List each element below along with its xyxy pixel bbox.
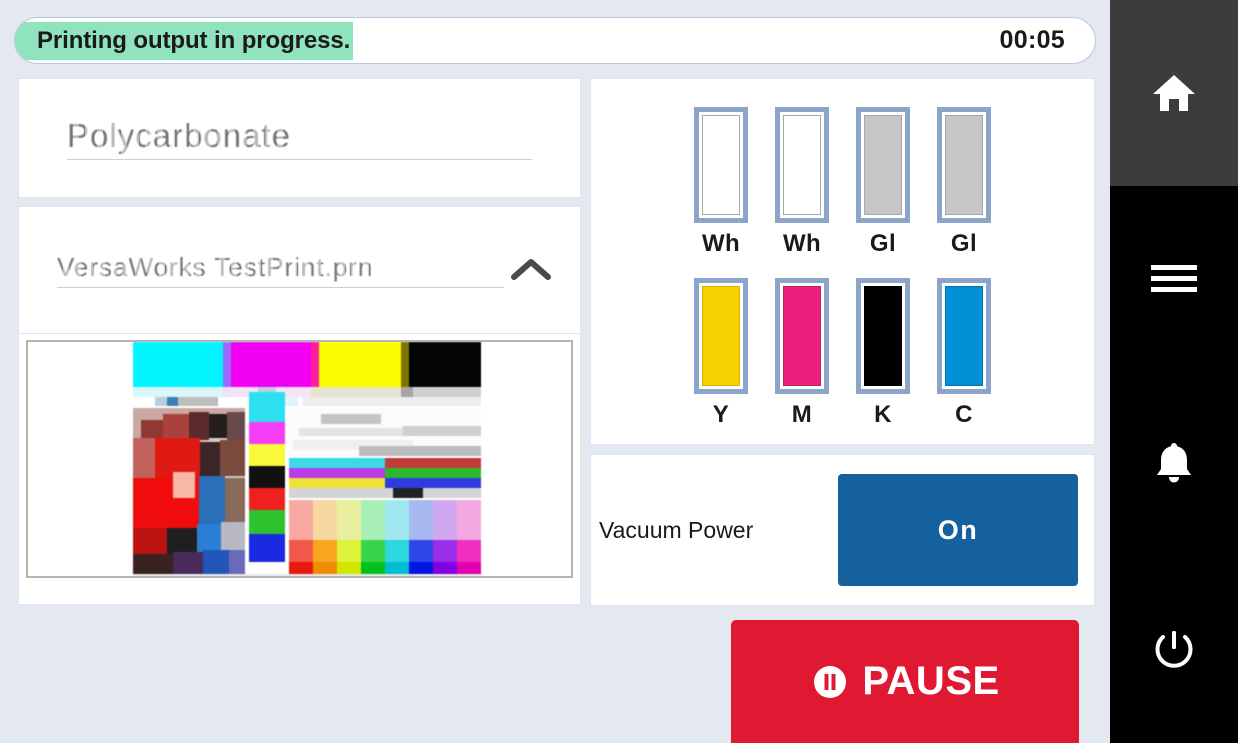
status-column: Wh Wh Gl Gl Y M K C Vacuum Power On [590,78,1095,606]
material-field: Polycarbonate [67,117,532,160]
ink-label: Y [712,401,730,428]
ink-label: Gl [869,230,897,257]
elapsed-timer: 00:05 [999,26,1065,54]
ink-cartridge[interactable]: Wh [775,107,829,258]
print-preview-image [133,342,481,576]
job-name: VersaWorks TestPrint.prn [57,252,374,282]
power-icon [1155,631,1193,668]
ink-fill [945,115,983,215]
ink-label: Wh [782,230,822,257]
vacuum-power-toggle[interactable]: On [838,474,1078,586]
pause-label: PAUSE [862,659,1000,703]
sidebar-item-notifications[interactable] [1110,371,1238,558]
ink-cartridge[interactable]: Wh [694,107,748,258]
job-field-row: VersaWorks TestPrint.prn [19,243,580,297]
status-bar: Printing output in progress. 00:05 [14,17,1096,64]
ink-box [937,107,991,223]
ink-box [694,107,748,223]
ink-cartridge[interactable]: C [937,278,991,429]
preview-frame [26,340,573,578]
ink-cartridge[interactable]: K [856,278,910,429]
ink-cartridge[interactable]: Gl [937,107,991,258]
pause-button[interactable]: PAUSE [731,620,1079,743]
bell-icon [1157,443,1191,483]
ink-panel: Wh Wh Gl Gl Y M K C [590,78,1095,445]
sidebar [1110,0,1238,743]
vacuum-power-label: Vacuum Power [599,516,754,543]
preview-footer [26,576,573,600]
home-icon [1153,74,1195,111]
chevron-up-glyph [511,259,551,280]
ink-fill [783,115,821,215]
ink-label: C [955,401,973,428]
job-info-column: Polycarbonate VersaWorks TestPrint.prn [18,78,581,605]
pause-circle-icon [814,665,847,698]
ink-cartridge[interactable]: Y [694,278,748,429]
ink-label: M [791,401,813,428]
ink-label: Wh [701,230,741,257]
job-panel[interactable]: VersaWorks TestPrint.prn [18,206,581,334]
vacuum-power-state: On [937,514,979,545]
ink-cartridge[interactable]: Gl [856,107,910,258]
gradient-grid [289,500,481,574]
ink-fill [864,286,902,386]
printer-touch-panel: Printing output in progress. 00:05 Polyc… [0,0,1238,743]
vacuum-power-panel: Vacuum Power On [590,454,1095,606]
ink-row-top: Wh Wh Gl Gl [591,107,1094,258]
status-message-wrap: Printing output in progress. [15,18,354,63]
status-message: Printing output in progress. [15,21,354,60]
ink-label: Gl [950,230,978,257]
ink-fill [945,286,983,386]
hamburger-menu-icon [1151,264,1197,292]
ink-box [856,107,910,223]
ink-row-bottom: Y M K C [591,278,1094,429]
ink-box [775,107,829,223]
job-field: VersaWorks TestPrint.prn [57,252,504,288]
ink-box [856,278,910,394]
photo-block [133,408,245,574]
ink-cartridge[interactable]: M [775,278,829,429]
ink-fill [864,115,902,215]
preview-panel [18,333,581,605]
material-name: Polycarbonate [67,116,291,154]
ink-box [694,278,748,394]
material-panel: Polycarbonate [18,78,581,198]
ink-box [775,278,829,394]
ink-fill [702,286,740,386]
sidebar-item-power[interactable] [1110,557,1238,743]
sidebar-item-menu[interactable] [1110,185,1238,372]
ink-fill [783,286,821,386]
sidebar-item-home[interactable] [1110,0,1238,186]
ink-box [937,278,991,394]
ink-fill [702,115,740,215]
ink-label: K [874,401,892,428]
chevron-up-icon[interactable] [504,243,558,297]
